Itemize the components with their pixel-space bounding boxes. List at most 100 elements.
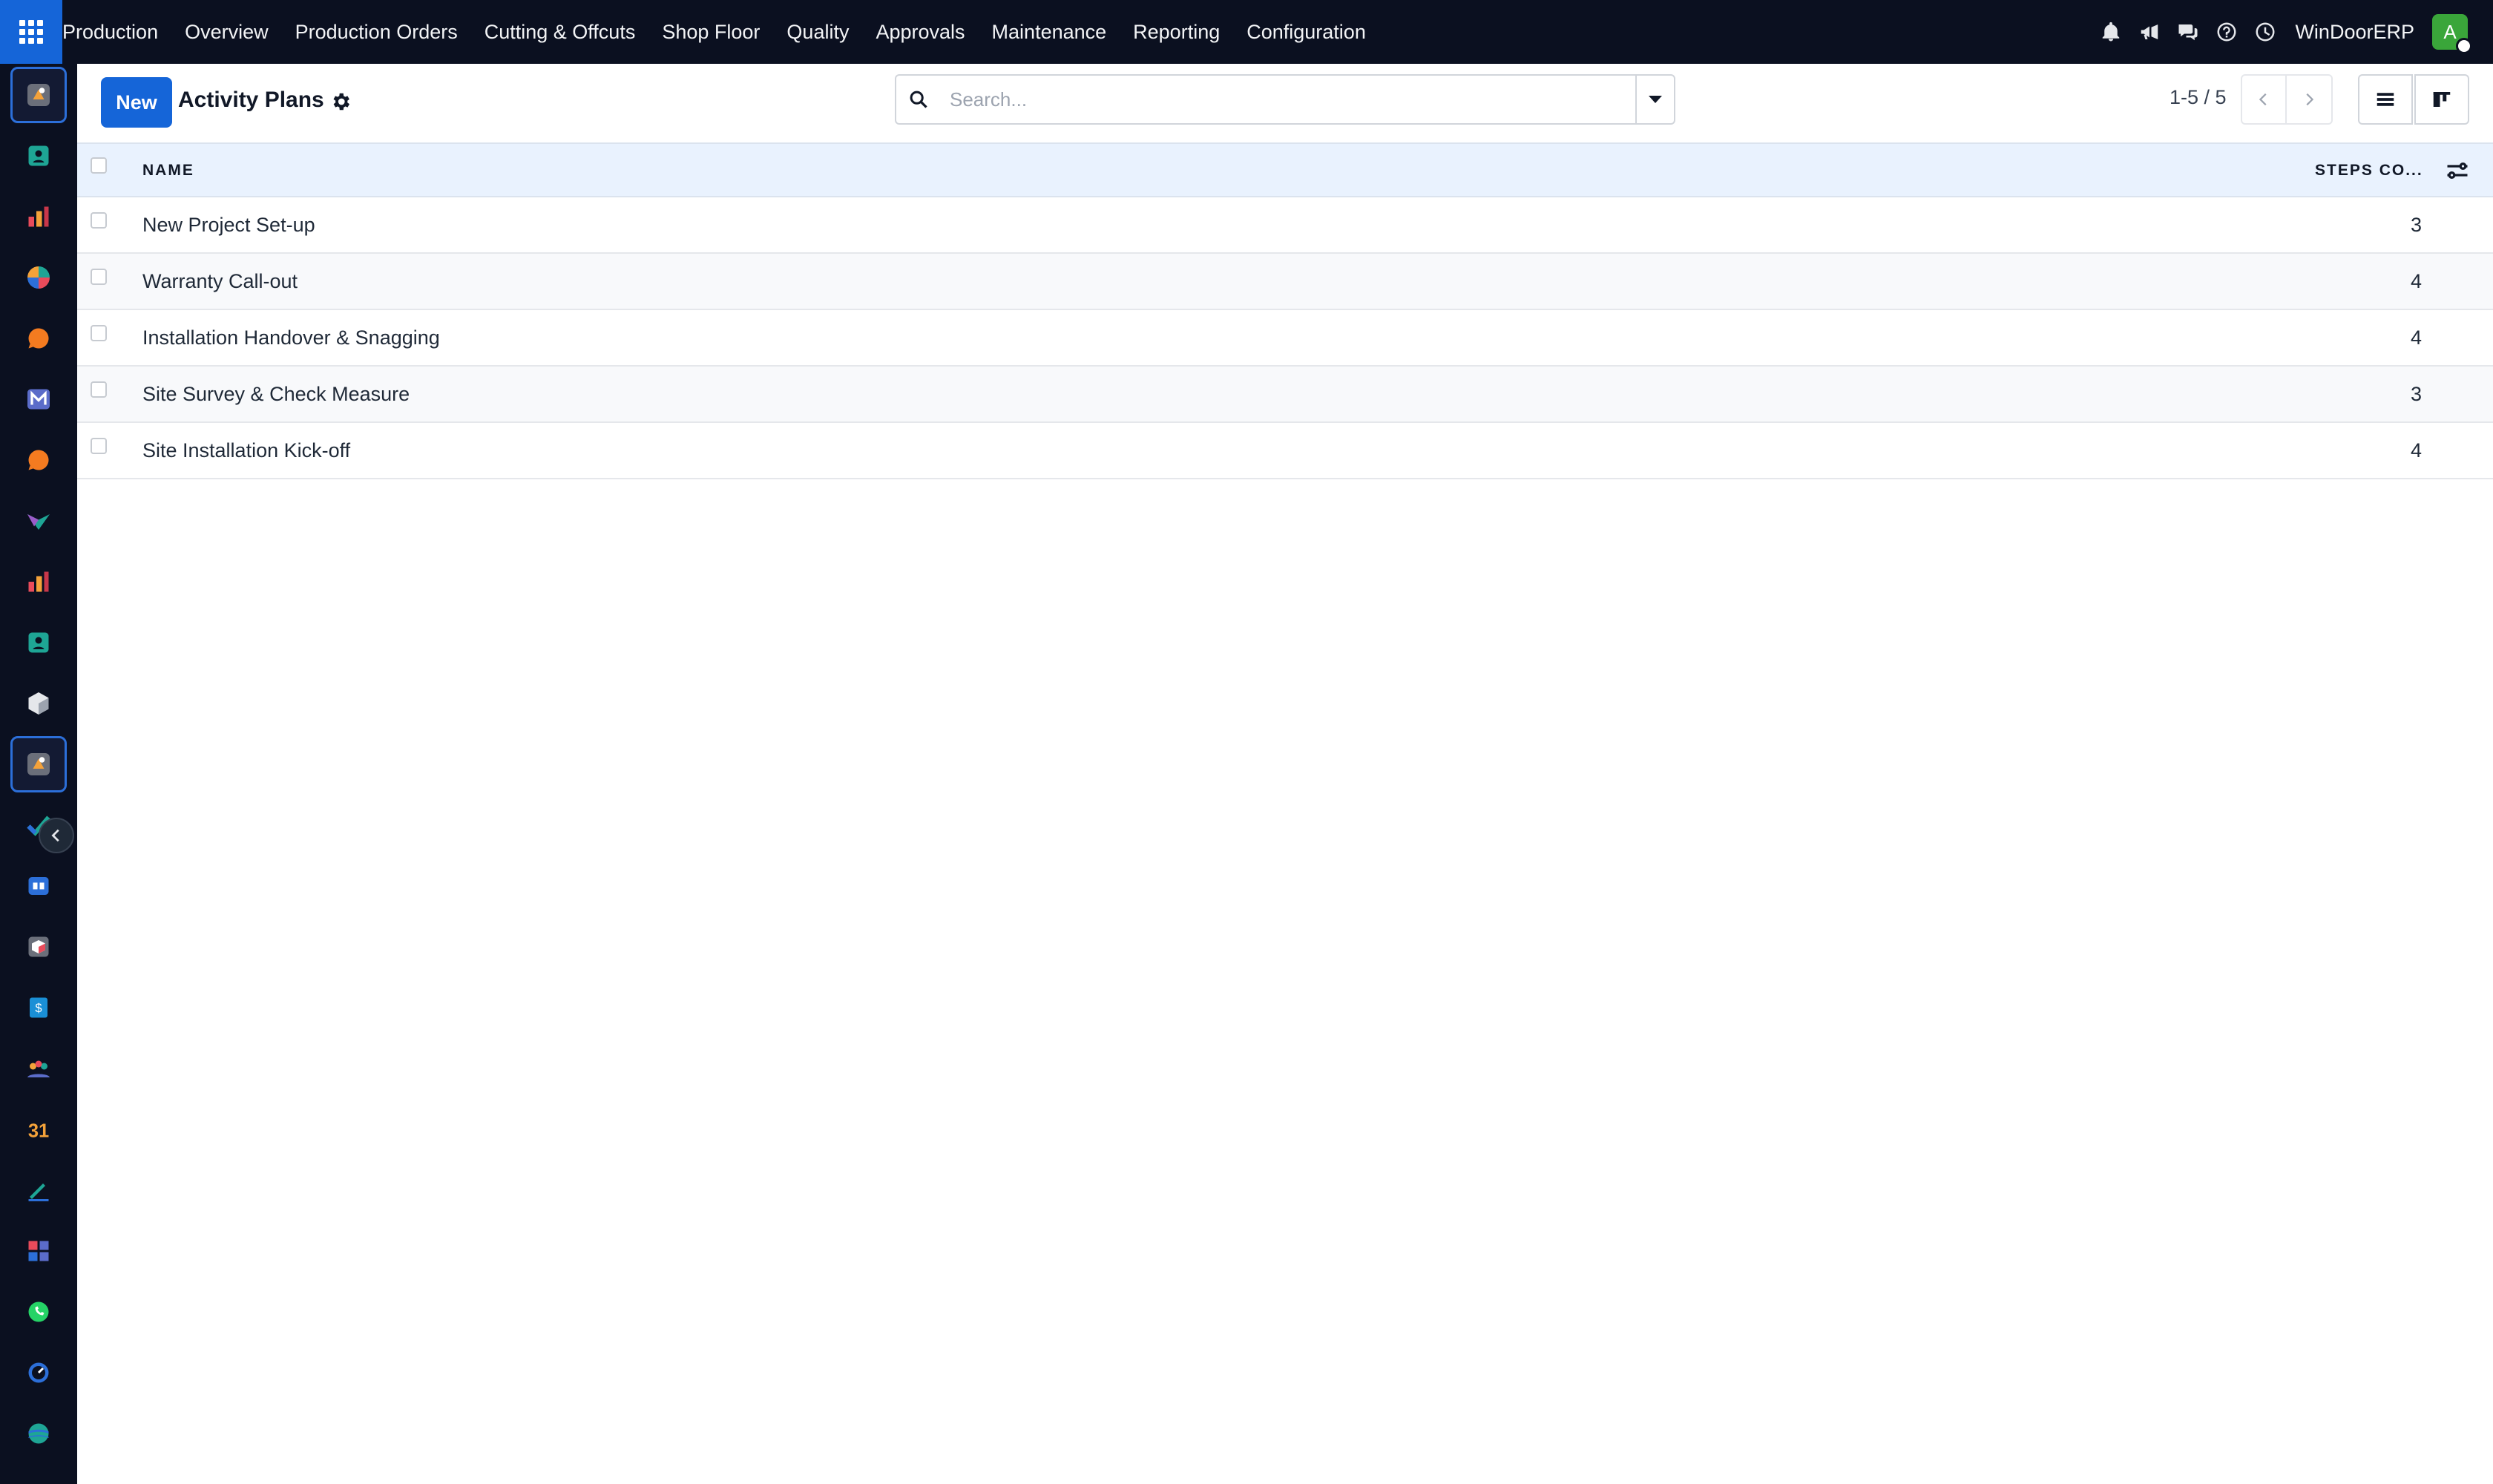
row-checkbox[interactable] — [91, 438, 107, 454]
sidebar-app-documents[interactable] — [10, 1223, 67, 1279]
chevron-left-icon — [51, 829, 59, 842]
sidebar-app-production-current[interactable] — [10, 736, 67, 792]
megaphone-icon[interactable] — [2130, 0, 2169, 64]
gear-icon[interactable] — [329, 91, 352, 113]
menu-cutting-offcuts[interactable]: Cutting & Offcuts — [471, 21, 649, 44]
activity-plans-table: NAME STEPS CO... New Project Set-up 3 Wa… — [77, 142, 2493, 479]
sidebar-app-calendar[interactable]: 31 — [10, 1101, 67, 1158]
menu-reporting[interactable]: Reporting — [1120, 21, 1233, 44]
row-checkbox[interactable] — [91, 212, 107, 229]
pager-value[interactable]: 1-5 / 5 — [2170, 86, 2227, 109]
bell-icon[interactable] — [2092, 0, 2130, 64]
select-all-checkbox[interactable] — [91, 157, 107, 174]
caret-down-icon — [1649, 96, 1662, 103]
row-steps-count: 3 — [2410, 214, 2422, 236]
optional-columns-icon[interactable] — [2444, 157, 2471, 184]
new-button[interactable]: New — [101, 77, 172, 128]
app-sidebar: $ 31 — [0, 64, 77, 1484]
sidebar-app-spreadsheet[interactable] — [10, 554, 67, 610]
helpdesk-app-icon — [28, 1423, 49, 1444]
sidebar-app-website[interactable] — [10, 493, 67, 549]
table-header: NAME STEPS CO... — [77, 142, 2493, 197]
inventory-app-icon — [28, 692, 49, 715]
calendar-app-icon: 31 — [28, 1121, 49, 1142]
website-app-icon — [27, 514, 50, 530]
chevron-left-icon — [2259, 93, 2267, 106]
clock-icon[interactable] — [2246, 0, 2285, 64]
menu-shop-floor[interactable]: Shop Floor — [648, 21, 773, 44]
column-header-name[interactable]: NAME — [142, 162, 194, 180]
svg-text:$: $ — [35, 1002, 42, 1015]
sidebar-app-timer[interactable] — [10, 1345, 67, 1401]
row-name: Site Installation Kick-off — [142, 439, 351, 462]
livechat-app-icon — [28, 450, 49, 470]
sidebar-collapse-button[interactable] — [39, 818, 74, 853]
apps-menu-button[interactable] — [0, 0, 62, 64]
sign-app-icon — [28, 1183, 49, 1201]
table-row[interactable]: Installation Handover & Snagging 4 — [77, 310, 2493, 367]
row-checkbox[interactable] — [91, 381, 107, 398]
menu-configuration[interactable]: Configuration — [1233, 21, 1379, 44]
menu-production-orders[interactable]: Production Orders — [282, 21, 471, 44]
dashboard-app-icon — [27, 266, 50, 289]
row-name: Installation Handover & Snagging — [142, 326, 440, 349]
menu-quality[interactable]: Quality — [773, 21, 862, 44]
pager-next-button[interactable] — [2287, 74, 2333, 125]
sidebar-app-discuss[interactable] — [10, 310, 67, 367]
employees-app-icon — [28, 632, 49, 653]
list-view-icon — [2377, 93, 2394, 106]
sidebar-app-mail[interactable] — [10, 371, 67, 427]
sidebar-app-employees[interactable] — [10, 614, 67, 671]
row-name: New Project Set-up — [142, 214, 315, 236]
documents-app-icon — [28, 1241, 49, 1261]
company-switcher[interactable]: WinDoorERP — [2295, 21, 2414, 44]
mail-app-icon — [27, 389, 50, 410]
contacts-app-icon — [28, 145, 49, 166]
sidebar-app-invoicing[interactable]: $ — [10, 979, 67, 1036]
search-icon[interactable] — [896, 76, 941, 123]
sidebar-app-products[interactable] — [10, 919, 67, 975]
menu-maintenance[interactable]: Maintenance — [979, 21, 1120, 44]
sidebar-app-sign[interactable] — [10, 1162, 67, 1218]
pager-previous-button[interactable] — [2241, 74, 2287, 125]
sidebar-app-team[interactable] — [10, 1040, 67, 1097]
sidebar-app-dashboard[interactable] — [10, 249, 67, 306]
user-avatar[interactable]: A — [2432, 14, 2472, 54]
search-options-toggle[interactable] — [1635, 76, 1674, 123]
discuss-app-icon — [28, 328, 49, 349]
row-steps-count: 4 — [2410, 326, 2422, 349]
table-row[interactable]: New Project Set-up 3 — [77, 197, 2493, 254]
menu-overview[interactable]: Overview — [171, 21, 282, 44]
search-input[interactable] — [941, 77, 1635, 122]
sidebar-app-knowledge[interactable] — [10, 858, 67, 914]
menu-approvals[interactable]: Approvals — [862, 21, 978, 44]
production-app-icon — [27, 753, 50, 775]
help-icon[interactable] — [2207, 0, 2246, 64]
menu-production[interactable]: Production — [62, 21, 171, 44]
table-row[interactable]: Site Survey & Check Measure 3 — [77, 367, 2493, 423]
reporting-app-icon — [28, 206, 49, 227]
table-row[interactable]: Site Installation Kick-off 4 — [77, 423, 2493, 479]
row-name: Site Survey & Check Measure — [142, 383, 410, 405]
invoicing-app-icon: $ — [30, 997, 47, 1018]
sidebar-app-reporting[interactable] — [10, 188, 67, 245]
table-row[interactable]: Warranty Call-out 4 — [77, 254, 2493, 310]
sidebar-app-whatsapp[interactable] — [10, 1284, 67, 1340]
production-app-icon — [27, 84, 50, 106]
chat-icon[interactable] — [2169, 0, 2207, 64]
sidebar-app-livechat[interactable] — [10, 432, 67, 488]
sidebar-app-helpdesk[interactable] — [10, 1405, 67, 1462]
row-steps-count: 3 — [2410, 383, 2422, 405]
team-app-icon — [27, 1060, 50, 1077]
column-header-steps-count[interactable]: STEPS CO... — [2315, 162, 2423, 180]
row-checkbox[interactable] — [91, 325, 107, 341]
knowledge-app-icon — [28, 877, 49, 895]
sidebar-app-contacts[interactable] — [10, 128, 67, 184]
row-steps-count: 4 — [2410, 270, 2422, 292]
main-content: New Activity Plans 1-5 / 5 NAME STEPS CO… — [77, 64, 2493, 1484]
row-checkbox[interactable] — [91, 269, 107, 285]
sidebar-app-inventory[interactable] — [10, 675, 67, 732]
sidebar-app-production[interactable] — [10, 67, 67, 123]
kanban-view-button[interactable] — [2414, 74, 2469, 125]
list-view-button[interactable] — [2358, 74, 2413, 125]
